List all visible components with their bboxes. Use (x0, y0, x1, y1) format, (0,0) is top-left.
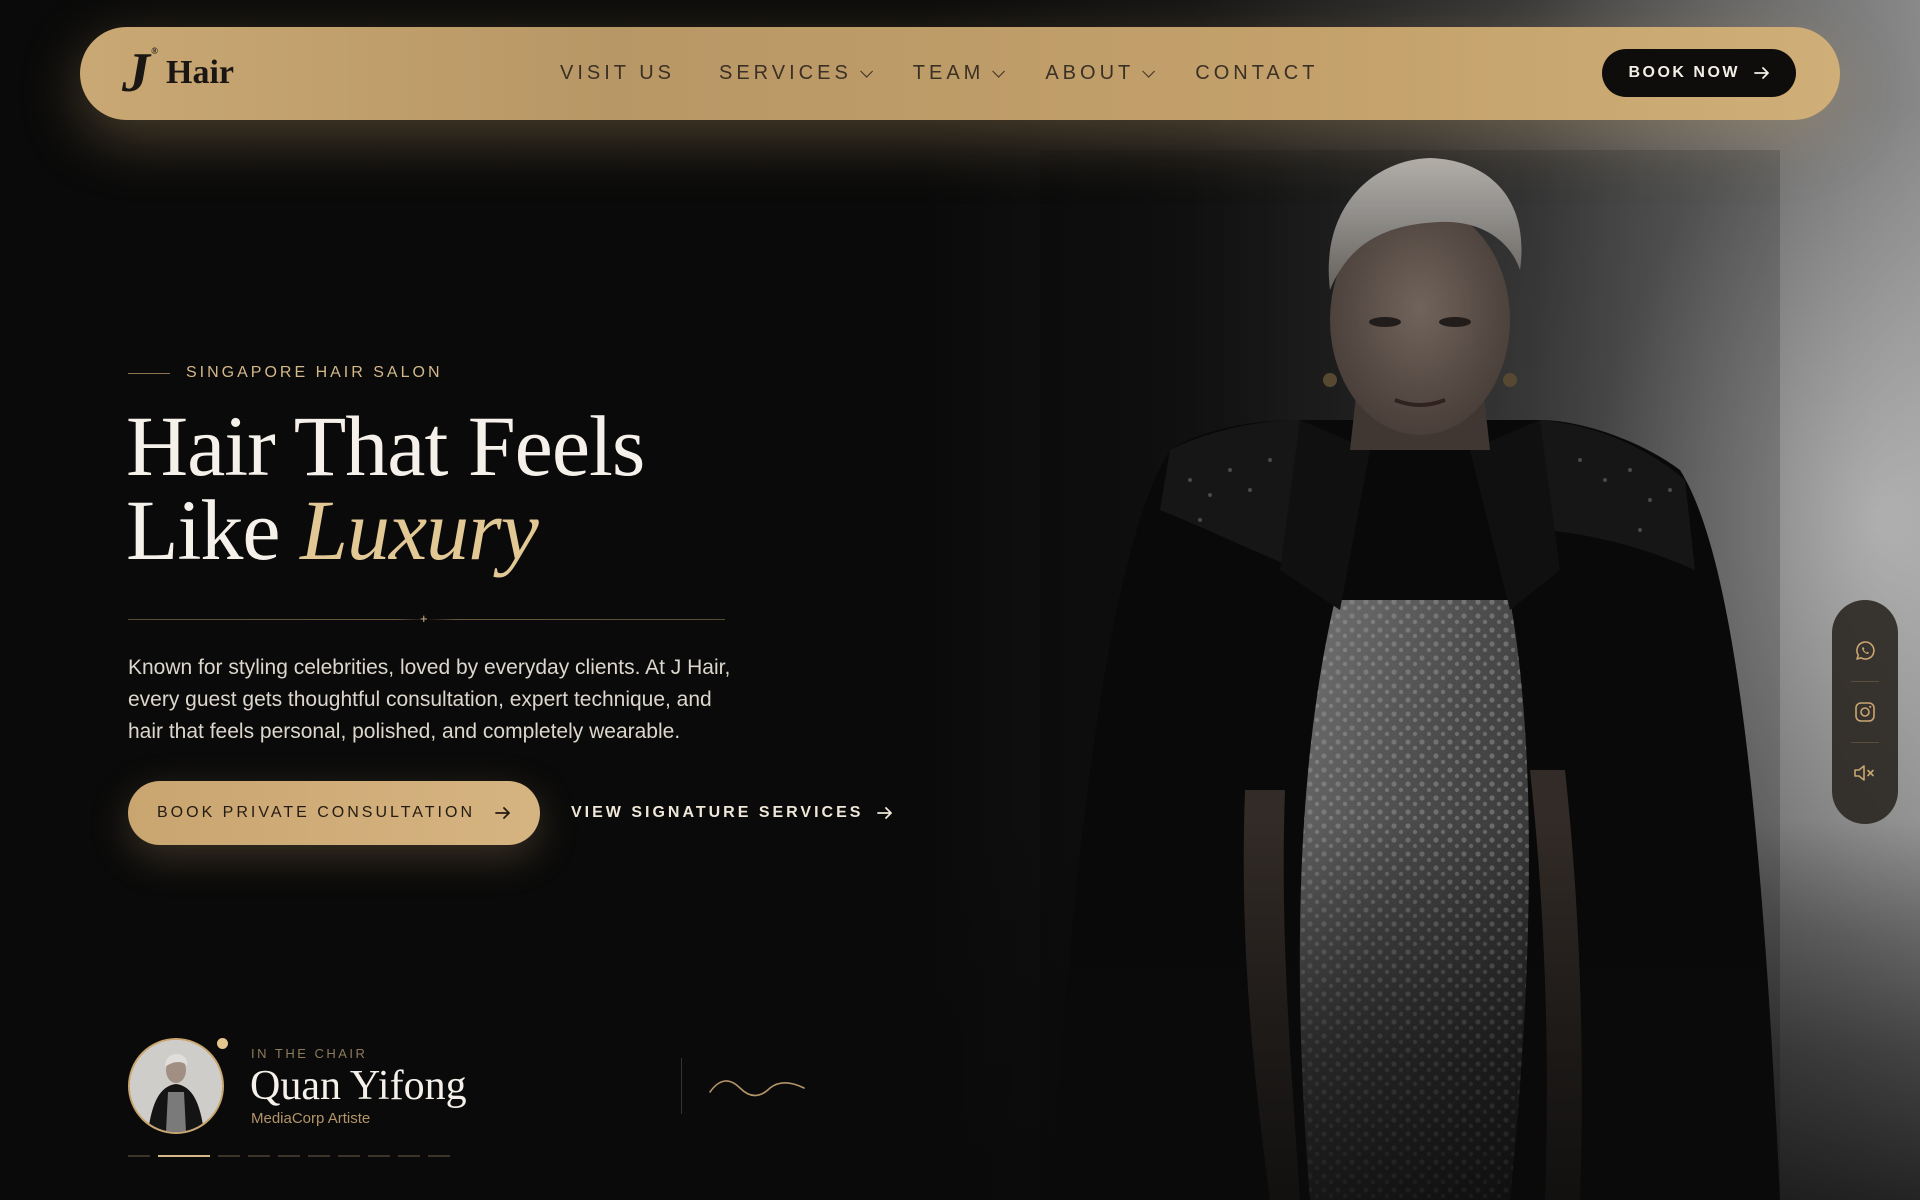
slider-dot[interactable] (338, 1155, 360, 1157)
nav-team[interactable]: TEAM (912, 62, 1006, 85)
nav-links: VISIT US SERVICES TEAM ABOUT CONTACT (560, 27, 1318, 120)
nav-about-label: ABOUT (1045, 62, 1135, 84)
nav-about[interactable]: ABOUT (1045, 62, 1156, 85)
eyebrow-line (128, 372, 170, 374)
hero-headline: Hair That Feels Like Luxury (126, 403, 645, 573)
whatsapp-button[interactable] (1832, 621, 1898, 681)
nav-services[interactable]: SERVICES (719, 62, 873, 85)
book-consultation-button[interactable]: BOOK PRIVATE CONSULTATION (128, 781, 540, 845)
logo-letter: J (122, 42, 150, 104)
live-indicator-dot (217, 1038, 228, 1049)
slider-dot[interactable] (248, 1155, 270, 1157)
book-now-label: BOOK NOW (1628, 64, 1740, 81)
instagram-button[interactable] (1832, 682, 1898, 742)
slider-dot[interactable] (218, 1155, 240, 1157)
logo-text: Hair (166, 54, 234, 91)
slider-dot[interactable] (368, 1155, 390, 1157)
logo-registered: ® (151, 46, 158, 56)
hero-eyebrow: SINGAPORE HAIR SALON (128, 364, 443, 382)
chair-divider (681, 1058, 682, 1114)
chair-name: Quan Yifong (250, 1063, 467, 1109)
nav-services-label: SERVICES (719, 62, 852, 84)
headline-accent: Luxury (300, 482, 539, 578)
hero-description: Known for styling celebrities, loved by … (128, 656, 731, 743)
avatar (128, 1038, 224, 1134)
whatsapp-icon (1856, 641, 1875, 660)
slider-dot[interactable] (398, 1155, 420, 1157)
slider-dot[interactable] (308, 1155, 330, 1157)
top-navbar: J ® Hair VISIT US SERVICES TEAM ABOUT CON… (80, 27, 1840, 120)
page: J ® Hair VISIT US SERVICES TEAM ABOUT CON… (0, 0, 1920, 1200)
chair-label: IN THE CHAIR (251, 1046, 368, 1061)
chevron-down-icon (1142, 65, 1156, 78)
slider-dot[interactable] (428, 1155, 450, 1157)
sound-muted-icon (1854, 765, 1874, 781)
chevron-down-icon (992, 65, 1006, 78)
slider-pagination (128, 1155, 450, 1157)
nav-visit-us[interactable]: VISIT US (560, 62, 675, 85)
slider-dot[interactable] (158, 1155, 210, 1157)
nav-contact-label: CONTACT (1195, 62, 1319, 84)
slider-dot[interactable] (278, 1155, 300, 1157)
view-services-link[interactable]: VIEW SIGNATURE SERVICES (571, 781, 893, 845)
slider-dot[interactable] (128, 1155, 150, 1157)
chair-role: MediaCorp Artiste (251, 1110, 371, 1127)
arrow-right-icon (877, 807, 893, 819)
arrow-right-icon (495, 807, 510, 819)
nav-contact[interactable]: CONTACT (1195, 62, 1318, 85)
nav-team-label: TEAM (912, 62, 985, 84)
instagram-icon (1855, 702, 1875, 722)
eyebrow-text: SINGAPORE HAIR SALON (186, 364, 443, 381)
chevron-down-icon (860, 65, 873, 78)
sound-toggle-button[interactable] (1832, 743, 1898, 803)
book-now-button[interactable]: BOOK NOW (1602, 49, 1796, 97)
logo[interactable]: J ® Hair (122, 43, 234, 103)
social-sidebar (1832, 600, 1898, 824)
divider-star-icon: + (420, 611, 428, 626)
view-services-label: VIEW SIGNATURE SERVICES (571, 804, 864, 821)
arrow-right-icon (1754, 67, 1769, 79)
book-consultation-label: BOOK PRIVATE CONSULTATION (157, 804, 475, 821)
logo-mark: J ® (122, 42, 158, 104)
headline-line-2: Like (126, 482, 301, 578)
nav-visit-us-label: VISIT US (560, 62, 675, 84)
headline-line-1: Hair That Feels (126, 398, 645, 494)
signature-squiggle-icon (709, 1080, 805, 1097)
hero-fade (0, 820, 1920, 1200)
